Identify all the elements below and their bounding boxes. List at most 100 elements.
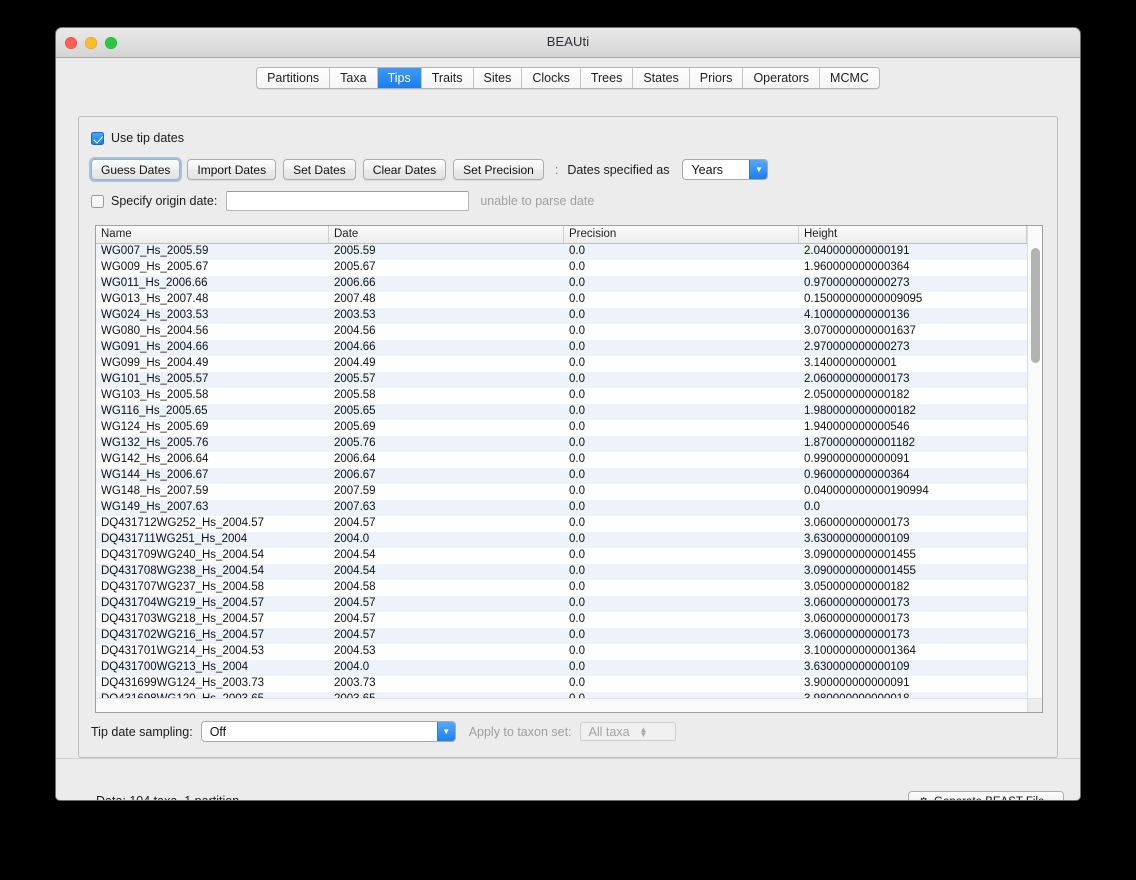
table-row[interactable]: DQ431709WG240_Hs_2004.54 2004.54 0.0 3.0900… <box>96 548 1042 564</box>
table-row[interactable]: WG009_Hs_2005.67 2005.67 0.0 1.960000000000… <box>96 260 1042 276</box>
cell-height: 3.060000000000173 <box>804 517 910 529</box>
table-row[interactable]: WG148_Hs_2007.59 2007.59 0.0 0.040000000000… <box>96 484 1042 500</box>
cell-precision: 0.0 <box>569 613 585 625</box>
cell-date: 2004.0 <box>334 533 370 545</box>
table-row[interactable]: DQ431700WG213_Hs_2004 2004.0 0.0 3.63000000… <box>96 660 1042 676</box>
table-row[interactable]: WG144_Hs_2006.67 2006.67 0.0 0.960000000000… <box>96 468 1042 484</box>
origin-date-input[interactable] <box>226 191 470 211</box>
cell-precision: 0.0 <box>569 661 585 673</box>
table-row[interactable]: DQ431711WG251_Hs_2004 2004.0 0.0 3.63000000… <box>96 532 1042 548</box>
cell-name: DQ431701WG214_Hs_2004.53 <box>101 645 265 657</box>
table-row[interactable]: WG091_Hs_2004.66 2004.66 0.0 2.970000000000… <box>96 340 1042 356</box>
cell-height: 0.040000000000190994 <box>804 485 929 497</box>
tab-sites[interactable]: Sites <box>473 68 523 88</box>
cell-name: WG009_Hs_2005.67 <box>101 261 209 273</box>
table-row[interactable]: DQ431707WG237_Hs_2004.58 2004.58 0.0 3.0500… <box>96 580 1042 596</box>
table-row[interactable]: DQ431701WG214_Hs_2004.53 2004.53 0.0 3.1000… <box>96 644 1042 660</box>
use-tip-dates-row[interactable]: Use tip dates <box>91 131 184 145</box>
import-dates-button[interactable]: Import Dates <box>187 159 277 180</box>
cell-date: 2004.56 <box>334 325 376 337</box>
table-vertical-scrollbar[interactable] <box>1027 226 1042 712</box>
table-row[interactable]: DQ431704WG219_Hs_2004.57 2004.57 0.0 3.0600… <box>96 596 1042 612</box>
tab-clocks[interactable]: Clocks <box>522 68 581 88</box>
tip-date-sampling-value: Off <box>209 724 227 739</box>
window-title: BEAUti <box>546 34 590 49</box>
cell-date: 2003.73 <box>334 677 376 689</box>
tab-operators[interactable]: Operators <box>743 68 821 88</box>
tab-trees[interactable]: Trees <box>580 68 634 88</box>
table-row[interactable]: WG103_Hs_2005.58 2005.58 0.0 2.050000000000… <box>96 388 1042 404</box>
generate-beast-file-button[interactable]: ⚙ Generate BEAST File... <box>908 791 1064 800</box>
tab-partitions[interactable]: Partitions <box>257 68 331 88</box>
table-row[interactable]: DQ431712WG252_Hs_2004.57 2004.57 0.0 3.0600… <box>96 516 1042 532</box>
set-dates-button[interactable]: Set Dates <box>283 159 356 180</box>
table-row[interactable]: WG124_Hs_2005.69 2005.69 0.0 1.940000000000… <box>96 420 1042 436</box>
cell-precision: 0.0 <box>569 597 585 609</box>
table-row[interactable]: DQ431703WG218_Hs_2004.57 2004.57 0.0 3.0600… <box>96 612 1042 628</box>
apply-to-taxon-set-stepper[interactable]: All taxa ▲ ▼ <box>579 722 676 741</box>
cell-name: WG007_Hs_2005.59 <box>101 245 209 257</box>
cell-name: DQ431707WG237_Hs_2004.58 <box>101 581 265 593</box>
cell-height: 3.0900000000001455 <box>804 565 916 577</box>
cell-name: WG142_Hs_2006.64 <box>101 453 209 465</box>
parse-error-text: unable to parse date <box>480 194 595 208</box>
table-row[interactable]: DQ431699WG124_Hs_2003.73 2003.73 0.0 3.9000… <box>96 676 1042 692</box>
specify-origin-date-checkbox[interactable] <box>91 194 104 208</box>
tab-traits[interactable]: Traits <box>421 68 474 88</box>
dates-unit-combobox[interactable]: Years ▼ <box>682 159 769 180</box>
table-row[interactable]: WG116_Hs_2005.65 2005.65 0.0 1.980000000000… <box>96 404 1042 420</box>
table-row[interactable]: WG080_Hs_2004.56 2004.56 0.0 3.070000000000… <box>96 324 1042 340</box>
dates-unit-value: Years <box>691 162 723 177</box>
tip-dates-table[interactable]: Name Date Precision Height WG007_Hs_2005.59… <box>95 225 1043 713</box>
table-body[interactable]: WG007_Hs_2005.59 2005.59 0.0 2.040000000000… <box>96 244 1042 708</box>
table-row[interactable]: WG142_Hs_2006.64 2006.64 0.0 0.990000000000… <box>96 452 1042 468</box>
table-row[interactable]: WG101_Hs_2005.57 2005.57 0.0 2.060000000000… <box>96 372 1042 388</box>
cell-height: 2.050000000000182 <box>804 389 910 401</box>
tab-states[interactable]: States <box>633 68 690 88</box>
clear-dates-button[interactable]: Clear Dates <box>362 159 447 180</box>
cell-date: 2004.57 <box>334 517 376 529</box>
column-header-date[interactable]: Date <box>329 226 564 243</box>
table-row[interactable]: WG011_Hs_2006.66 2006.66 0.0 0.970000000000… <box>96 276 1042 292</box>
table-row[interactable]: DQ431708WG238_Hs_2004.54 2004.54 0.0 3.0900… <box>96 564 1042 580</box>
cell-height: 0.960000000000364 <box>804 469 910 481</box>
tab-tips[interactable]: Tips <box>377 68 422 88</box>
tab-priors[interactable]: Priors <box>689 68 744 88</box>
table-row[interactable]: WG099_Hs_2004.49 2004.49 0.0 3.140000000000… <box>96 356 1042 372</box>
cell-date: 2004.49 <box>334 357 376 369</box>
cell-height: 0.990000000000091 <box>804 453 910 465</box>
use-tip-dates-checkbox[interactable] <box>91 131 104 145</box>
origin-date-row: Specify origin date: unable to parse dat… <box>91 191 594 211</box>
column-header-height[interactable]: Height <box>799 226 1027 243</box>
cell-name: WG101_Hs_2005.57 <box>101 373 209 385</box>
column-header-name[interactable]: Name <box>96 226 329 243</box>
table-row[interactable]: WG149_Hs_2007.63 2007.63 0.0 0.0 <box>96 500 1042 516</box>
table-vertical-scroll-thumb[interactable] <box>1031 248 1040 363</box>
cell-name: DQ431712WG252_Hs_2004.57 <box>101 517 265 529</box>
cell-date: 2004.58 <box>334 581 376 593</box>
cell-height: 2.060000000000173 <box>804 373 910 385</box>
apply-to-taxon-set-label: Apply to taxon set: <box>468 724 572 739</box>
cell-precision: 0.0 <box>569 453 585 465</box>
table-row[interactable]: DQ431702WG216_Hs_2004.57 2004.57 0.0 3.0600… <box>96 628 1042 644</box>
table-horizontal-scrollbar[interactable] <box>96 698 1027 712</box>
cell-precision: 0.0 <box>569 245 585 257</box>
cell-height: 1.9800000000000182 <box>804 405 916 417</box>
table-row[interactable]: WG132_Hs_2005.76 2005.76 0.0 1.870000000000… <box>96 436 1042 452</box>
tip-date-sampling-combobox[interactable]: Off ▼ <box>200 721 456 742</box>
cell-date: 2005.58 <box>334 389 376 401</box>
tab-mcmc[interactable]: MCMC <box>820 68 879 88</box>
cell-height: 3.1400000000001 <box>804 357 897 369</box>
cell-height: 0.0 <box>804 501 820 513</box>
tab-taxa[interactable]: Taxa <box>330 68 378 88</box>
cell-name: WG024_Hs_2003.53 <box>101 309 209 321</box>
guess-dates-button[interactable]: Guess Dates <box>91 159 181 180</box>
column-header-precision[interactable]: Precision <box>564 226 799 243</box>
table-row[interactable]: WG024_Hs_2003.53 2003.53 0.0 4.100000000000… <box>96 308 1042 324</box>
table-row[interactable]: WG007_Hs_2005.59 2005.59 0.0 2.040000000000… <box>96 244 1042 260</box>
set-precision-button[interactable]: Set Precision <box>453 159 544 180</box>
cell-name: WG148_Hs_2007.59 <box>101 485 209 497</box>
footer-divider <box>56 758 1080 759</box>
use-tip-dates-label: Use tip dates <box>111 131 184 145</box>
table-row[interactable]: WG013_Hs_2007.48 2007.48 0.0 0.150000000000… <box>96 292 1042 308</box>
